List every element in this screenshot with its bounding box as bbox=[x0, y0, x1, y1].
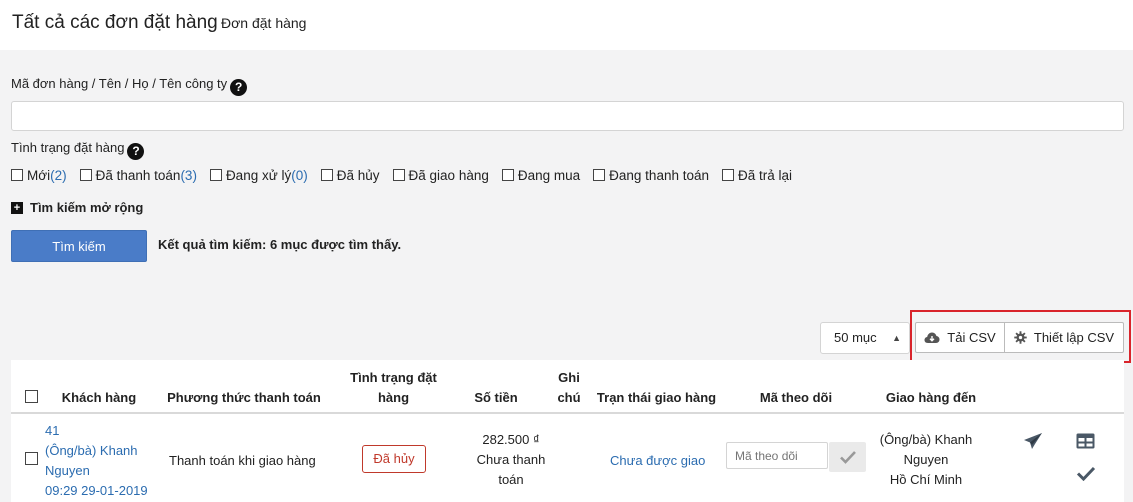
per-page-select[interactable]: 50 mục ▲▼ bbox=[820, 322, 910, 373]
status-option-returned[interactable]: Đã trả lại bbox=[722, 168, 792, 183]
checkbox[interactable] bbox=[392, 169, 405, 181]
checkbox[interactable] bbox=[11, 169, 23, 181]
tracking-input[interactable] bbox=[726, 442, 828, 469]
header-note: Ghi chú bbox=[557, 370, 581, 405]
page-subtitle: Đơn đặt hàng bbox=[221, 15, 307, 31]
header-order-status: Tình trạng đặt hàng bbox=[350, 370, 437, 405]
status-option-new[interactable]: Mới (2) bbox=[11, 168, 67, 183]
check-icon bbox=[1076, 466, 1096, 482]
checkbox[interactable] bbox=[320, 169, 333, 181]
orders-table: Khách hàng Phương thức thanh toán Tình t… bbox=[11, 360, 1124, 502]
status-option-cancelled[interactable]: Đã hủy bbox=[320, 168, 380, 183]
checkbox[interactable] bbox=[593, 169, 606, 181]
header-amount: Số tiền bbox=[474, 390, 518, 405]
search-label-text: Mã đơn hàng / Tên / Họ / Tên công ty bbox=[11, 76, 228, 91]
search-input[interactable] bbox=[11, 101, 1124, 131]
status-checkbox-list: Mới (2) Đã thanh toán (3) Đang xử lý (0) Đã… bbox=[11, 166, 805, 184]
advanced-search-toggle[interactable]: + Tìm kiếm mở rộng bbox=[11, 200, 143, 215]
header-customer: Khách hàng bbox=[61, 390, 137, 405]
per-page-value: 50 mục bbox=[834, 330, 877, 345]
confirm-button[interactable] bbox=[1076, 466, 1096, 484]
advanced-search-label: Tìm kiếm mở rộng bbox=[30, 200, 144, 215]
status-option-buying[interactable]: Đang mua bbox=[501, 168, 580, 183]
table-header-divider bbox=[11, 412, 1124, 414]
checkbox[interactable] bbox=[209, 169, 222, 181]
highlight-box bbox=[910, 310, 1131, 363]
table-view-button[interactable] bbox=[1076, 433, 1095, 452]
status-option-paying[interactable]: Đang thanh toán bbox=[593, 168, 709, 183]
header-tracking: Mã theo dõi bbox=[759, 390, 833, 405]
ship-to-cell: (Ông/bà) Khanh Nguyen Hồ Chí Minh bbox=[879, 432, 973, 487]
page-title: Tất cả các đơn đặt hàng bbox=[12, 12, 218, 33]
status-option-paid[interactable]: Đã thanh toán (3) bbox=[79, 168, 197, 183]
check-icon bbox=[839, 451, 856, 464]
paper-plane-icon bbox=[1024, 433, 1042, 449]
payment-method: Thanh toán khi giao hàng bbox=[169, 453, 316, 468]
search-label: Mã đơn hàng / Tên / Họ / Tên công ty? bbox=[11, 76, 248, 96]
header-delivery-status: Trạn thái giao hàng bbox=[596, 390, 717, 405]
header-ship-to: Giao hàng đến bbox=[885, 390, 977, 405]
row-checkbox[interactable] bbox=[25, 452, 38, 465]
page-header: Tất cả các đơn đặt hàng Đơn đặt hàng bbox=[0, 0, 1133, 50]
amount-cell: 282.500 ₫ Chưa thanh toán bbox=[476, 432, 546, 487]
help-icon[interactable]: ? bbox=[230, 79, 248, 96]
header-payment: Phương thức thanh toán bbox=[167, 390, 321, 405]
delivery-status-link[interactable]: Chưa được giao bbox=[610, 451, 705, 471]
search-button[interactable]: Tìm kiếm bbox=[11, 230, 147, 262]
status-filter-label: Tình trạng đặt hàng? bbox=[11, 140, 145, 160]
plus-square-icon: + bbox=[11, 201, 23, 214]
search-result-text: Kết quả tìm kiếm: 6 mục được tìm thấy. bbox=[158, 237, 402, 252]
status-badge: Đã hủy bbox=[362, 445, 426, 473]
checkbox[interactable] bbox=[722, 169, 734, 181]
status-option-processing[interactable]: Đang xử lý (0) bbox=[209, 168, 308, 183]
select-all-checkbox[interactable] bbox=[25, 390, 38, 403]
checkbox[interactable] bbox=[79, 169, 92, 181]
send-button[interactable] bbox=[1023, 432, 1043, 453]
order-link[interactable]: 41 (Ông/bà) Khanh Nguyen 09:29 29-01-201… bbox=[45, 421, 148, 501]
tracking-save-button[interactable] bbox=[829, 442, 866, 472]
checkbox[interactable] bbox=[501, 169, 514, 181]
table-icon bbox=[1076, 433, 1095, 449]
status-option-delivered[interactable]: Đã giao hàng bbox=[392, 168, 489, 183]
help-icon[interactable]: ? bbox=[127, 143, 145, 160]
status-label-text: Tình trạng đặt hàng bbox=[11, 140, 125, 155]
